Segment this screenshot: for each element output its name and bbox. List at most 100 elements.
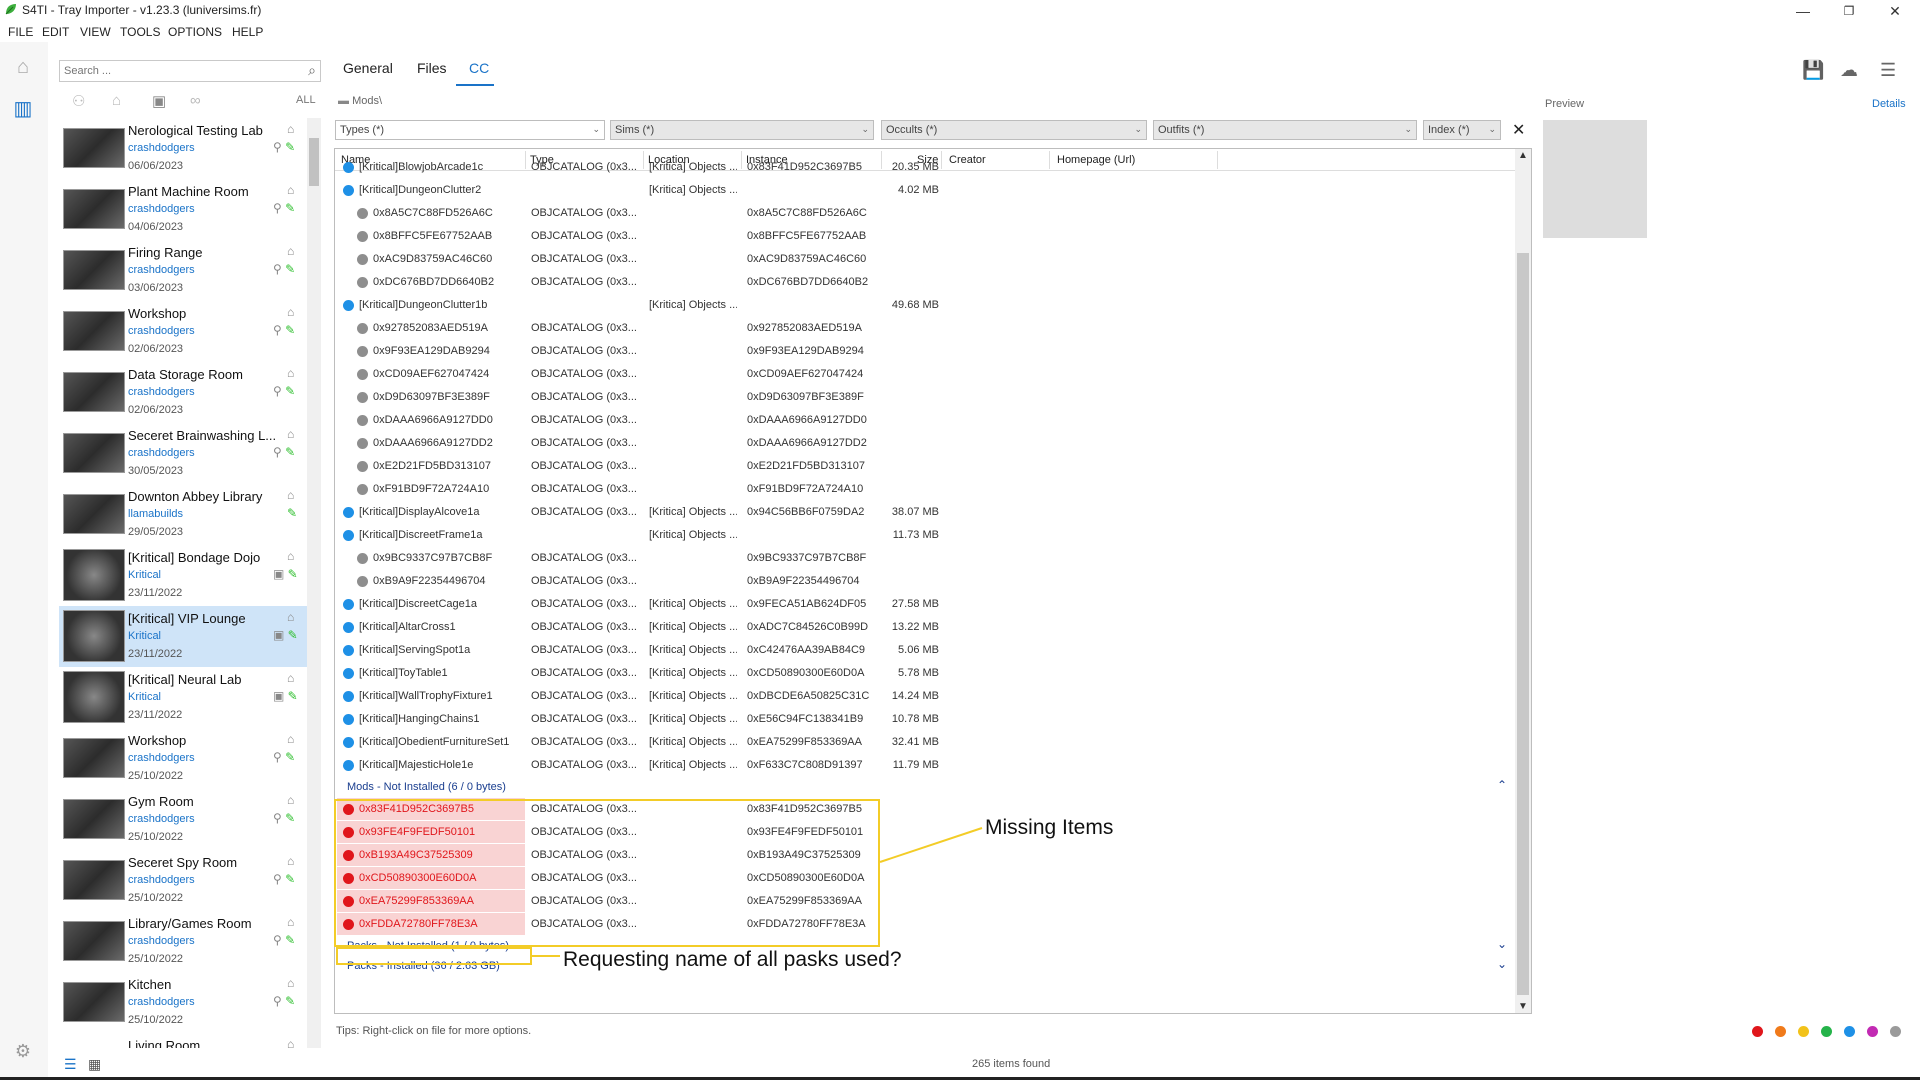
lot-filter-icon[interactable]: ⌂	[112, 92, 121, 109]
menu-view[interactable]: VIEW	[80, 25, 111, 39]
tray-item-author[interactable]: crashdodgers	[128, 996, 195, 1008]
tray-item-author[interactable]: Kritical	[128, 691, 161, 703]
table-row[interactable]: [Kritical]AltarCross1 OBJCATALOG (0x3... […	[335, 616, 1515, 639]
table-row[interactable]: 0xF91BD9F72A724A10 OBJCATALOG (0x3... 0xF9…	[335, 478, 1515, 501]
search-icon[interactable]: ⌕	[308, 62, 316, 79]
menu-edit[interactable]: EDIT	[42, 25, 69, 39]
table-row[interactable]: 0xDAAA6966A9127DD2 OBJCATALOG (0x3... 0xDA…	[335, 432, 1515, 455]
table-row[interactable]: [Kritical]ServingSpot1a OBJCATALOG (0x3..…	[335, 639, 1515, 662]
table-row[interactable]: 0x9F93EA129DAB9294 OBJCATALOG (0x3... 0x9F…	[335, 340, 1515, 363]
tray-item-author[interactable]: Kritical	[128, 630, 161, 642]
scroll-up-icon[interactable]: ▲	[1518, 150, 1528, 161]
tray-item[interactable]: Workshop crashdodgers 02/06/2023 ⌂ ⚲ ✎	[59, 301, 307, 362]
sims-filter-select[interactable]: Sims (*) ⌄	[610, 120, 874, 140]
table-row[interactable]: 0xAC9D83759AC46C60 OBJCATALOG (0x3... 0xAC…	[335, 248, 1515, 271]
table-row[interactable]: [Kritical]DiscreetCage1a OBJCATALOG (0x3.…	[335, 593, 1515, 616]
tray-item-author[interactable]: crashdodgers	[128, 752, 195, 764]
tray-item-author[interactable]: crashdodgers	[128, 325, 195, 337]
clear-filters-close-icon[interactable]: ✕	[1512, 120, 1525, 140]
color-filter-dot[interactable]	[1798, 1026, 1809, 1037]
tray-item[interactable]: Plant Machine Room crashdodgers 04/06/20…	[59, 179, 307, 240]
tab-cc[interactable]: CC	[469, 60, 489, 76]
tray-item[interactable]: Seceret Spy Room crashdodgers 25/10/2022…	[59, 850, 307, 911]
hamburger-menu-icon[interactable]: ☰	[1880, 60, 1896, 81]
tray-list-scroll-thumb[interactable]	[309, 138, 319, 186]
chevron-up-icon[interactable]: ⌃	[1497, 778, 1507, 792]
chevron-down-icon[interactable]: ⌄	[1497, 937, 1507, 951]
index-filter-select[interactable]: Index (*) ⌄	[1423, 120, 1501, 140]
menu-tools[interactable]: TOOLS	[120, 25, 160, 39]
tray-item-author[interactable]: crashdodgers	[128, 874, 195, 886]
tray-item[interactable]: Library/Games Room crashdodgers 25/10/20…	[59, 911, 307, 972]
table-row[interactable]: 0xB9A9F22354496704 OBJCATALOG (0x3... 0xB9…	[335, 570, 1515, 593]
menu-help[interactable]: HELP	[232, 25, 263, 39]
tray-item-author[interactable]: crashdodgers	[128, 447, 195, 459]
table-row[interactable]: [Kritical]BlowjobArcade1c OBJCATALOG (0x3…	[335, 156, 1515, 179]
tab-files[interactable]: Files	[417, 60, 447, 76]
chevron-down-icon[interactable]: ⌄	[1497, 957, 1507, 971]
tray-item-selected[interactable]: [Kritical] VIP Lounge Kritical 23/11/202…	[59, 606, 307, 667]
color-filter-dot[interactable]	[1890, 1026, 1901, 1037]
table-row[interactable]: [Kritical]DisplayAlcove1a OBJCATALOG (0x3…	[335, 501, 1515, 524]
table-row[interactable]: 0x8BFFC5FE67752AAB OBJCATALOG (0x3... 0x8B…	[335, 225, 1515, 248]
missing-row[interactable]: 0xCD50890300E60D0A OBJCATALOG (0x3... 0xCD…	[335, 867, 1515, 890]
color-filter-dot[interactable]	[1844, 1026, 1855, 1037]
outfits-filter-select[interactable]: Outfits (*) ⌄	[1153, 120, 1417, 140]
tray-item[interactable]: Kitchen crashdodgers 25/10/2022 ⌂ ⚲ ✎	[59, 972, 307, 1033]
list-view-icon[interactable]: ☰	[64, 1056, 77, 1073]
cloud-download-icon[interactable]: ☁	[1840, 60, 1858, 81]
tray-item[interactable]: Living Room ⌂	[59, 1033, 307, 1048]
tray-item[interactable]: Downton Abbey Library llamabuilds 29/05/…	[59, 484, 307, 545]
home-icon[interactable]: ⌂	[10, 54, 36, 80]
table-row[interactable]: [Kritical]ObedientFurnitureSet1 OBJCATALO…	[335, 731, 1515, 754]
tray-item-author[interactable]: crashdodgers	[128, 203, 195, 215]
scroll-down-icon[interactable]: ▼	[1518, 1001, 1528, 1012]
tray-item[interactable]: Gym Room crashdodgers 25/10/2022 ⌂ ⚲ ✎	[59, 789, 307, 850]
missing-row[interactable]: 0xEA75299F853369AA OBJCATALOG (0x3... 0xEA…	[335, 890, 1515, 913]
tab-general[interactable]: General	[343, 60, 393, 76]
table-row[interactable]: [Kritical]DungeonClutter2 [Kritica] Objec…	[335, 179, 1515, 202]
table-row[interactable]: 0xE2D21FD5BD313107 OBJCATALOG (0x3... 0xE2…	[335, 455, 1515, 478]
tray-item[interactable]: Workshop crashdodgers 25/10/2022 ⌂ ⚲ ✎	[59, 728, 307, 789]
missing-row[interactable]: 0xB193A49C37525309 OBJCATALOG (0x3... 0xB1…	[335, 844, 1515, 867]
missing-row[interactable]: 0x93FE4F9FEDF50101 OBJCATALOG (0x3... 0x93…	[335, 821, 1515, 844]
tray-item-author[interactable]: crashdodgers	[128, 264, 195, 276]
group-packs-installed[interactable]: Packs - Installed (36 / 2.63 GB) ⌄	[335, 957, 1515, 977]
missing-row[interactable]: 0xFDDA72780FF78E3A OBJCATALOG (0x3... 0xFD…	[335, 913, 1515, 936]
table-row[interactable]: [Kritical]DiscreetFrame1a [Kritica] Objec…	[335, 524, 1515, 547]
tray-item[interactable]: Firing Range crashdodgers 03/06/2023 ⌂ ⚲…	[59, 240, 307, 301]
save-icon[interactable]: 💾	[1802, 60, 1824, 81]
menu-file[interactable]: FILE	[8, 25, 33, 39]
tray-item[interactable]: [Kritical] Neural Lab Kritical 23/11/202…	[59, 667, 307, 728]
tray-item[interactable]: Seceret Brainwashing L... crashdodgers 3…	[59, 423, 307, 484]
table-row[interactable]: [Kritical]MajesticHole1e OBJCATALOG (0x3.…	[335, 754, 1515, 777]
details-link[interactable]: Details	[1872, 98, 1906, 110]
table-row[interactable]: [Kritical]ToyTable1 OBJCATALOG (0x3... [Kr…	[335, 662, 1515, 685]
occults-filter-select[interactable]: Occults (*) ⌄	[881, 120, 1147, 140]
grid-scroll-thumb[interactable]	[1517, 253, 1529, 995]
tray-item-author[interactable]: crashdodgers	[128, 935, 195, 947]
tray-item[interactable]: Data Storage Room crashdodgers 02/06/202…	[59, 362, 307, 423]
grid-view-icon[interactable]: ▦	[88, 1056, 101, 1073]
table-row[interactable]: [Kritical]WallTrophyFixture1 OBJCATALOG (…	[335, 685, 1515, 708]
menu-options[interactable]: OPTIONS	[168, 25, 222, 39]
tray-item-author[interactable]: crashdodgers	[128, 386, 195, 398]
close-button[interactable]: ✕	[1872, 0, 1918, 22]
missing-row[interactable]: 0x83F41D952C3697B5 OBJCATALOG (0x3... 0x83…	[335, 798, 1515, 821]
table-row[interactable]: 0xD9D63097BF3E389F OBJCATALOG (0x3... 0xD9…	[335, 386, 1515, 409]
color-filter-dot[interactable]	[1752, 1026, 1763, 1037]
color-filter-dot[interactable]	[1775, 1026, 1786, 1037]
table-row[interactable]: 0x927852083AED519A OBJCATALOG (0x3... 0x92…	[335, 317, 1515, 340]
tray-item[interactable]: Nerological Testing Lab crashdodgers 06/…	[59, 118, 307, 179]
minimize-button[interactable]: —	[1780, 0, 1826, 22]
breadcrumb-path[interactable]: Mods\	[352, 95, 382, 107]
tray-item-author[interactable]: crashdodgers	[128, 142, 195, 154]
restore-button[interactable]: ❐	[1826, 0, 1872, 22]
filter-all-label[interactable]: ALL	[296, 94, 316, 106]
library-icon[interactable]: ▥	[10, 96, 36, 122]
tray-item-author[interactable]: Kritical	[128, 569, 161, 581]
group-packs-not-installed[interactable]: Packs - Not Installed (1 / 0 bytes) ⌄	[335, 937, 1515, 957]
table-row[interactable]: [Kritical]HangingChains1 OBJCATALOG (0x3.…	[335, 708, 1515, 731]
tray-list-scrollbar[interactable]	[307, 118, 321, 1048]
table-row[interactable]: 0x8A5C7C88FD526A6C OBJCATALOG (0x3... 0x8A…	[335, 202, 1515, 225]
